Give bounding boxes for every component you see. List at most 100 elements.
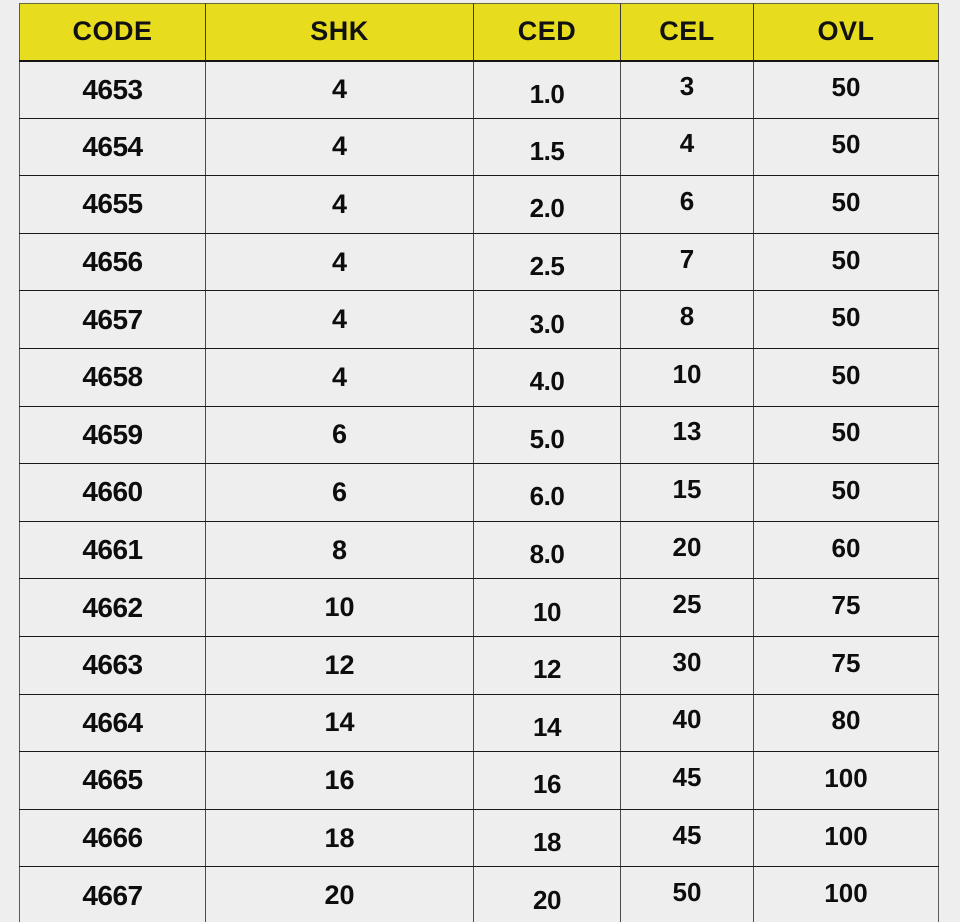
column-header-shk[interactable]: SHK <box>205 3 474 62</box>
cell-shk: 4 <box>205 118 474 177</box>
cell-ovl: 50 <box>753 60 939 119</box>
cell-ovl: 100 <box>753 809 939 868</box>
cell-code: 4665 <box>19 751 206 810</box>
cell-code: 4661 <box>19 521 206 580</box>
cell-ced: 2.5 <box>473 233 621 292</box>
table-row[interactable]: 4654 4 1.5 4 50 <box>19 118 939 177</box>
column-header-code[interactable]: CODE <box>19 3 206 62</box>
table-row[interactable]: 4666 18 18 45 100 <box>19 809 939 868</box>
cell-shk: 4 <box>205 175 474 234</box>
cell-cel: 45 <box>620 751 754 810</box>
table-row[interactable]: 4660 6 6.0 15 50 <box>19 463 939 522</box>
cell-cel: 25 <box>620 578 754 637</box>
cell-ced: 14 <box>473 694 621 753</box>
cell-ced: 4.0 <box>473 348 621 407</box>
table-row[interactable]: 4655 4 2.0 6 50 <box>19 175 939 234</box>
cell-shk: 6 <box>205 406 474 465</box>
table-row[interactable]: 4657 4 3.0 8 50 <box>19 290 939 349</box>
cell-code: 4659 <box>19 406 206 465</box>
cell-cel: 7 <box>620 233 754 292</box>
cell-cel: 13 <box>620 406 754 465</box>
cell-ovl: 100 <box>753 866 939 922</box>
cell-cel: 6 <box>620 175 754 234</box>
table-row[interactable]: 4658 4 4.0 10 50 <box>19 348 939 407</box>
cell-ovl: 80 <box>753 694 939 753</box>
cell-cel: 8 <box>620 290 754 349</box>
cell-ovl: 50 <box>753 175 939 234</box>
cell-code: 4667 <box>19 866 206 922</box>
cell-code: 4657 <box>19 290 206 349</box>
cell-code: 4666 <box>19 809 206 868</box>
cell-ced: 6.0 <box>473 463 621 522</box>
cell-ovl: 50 <box>753 348 939 407</box>
column-header-ced[interactable]: CED <box>473 3 621 62</box>
cell-cel: 45 <box>620 809 754 868</box>
spec-table-container: CODE SHK CED CEL OVL 4653 4 1.0 3 50 4654 4 1.5… <box>19 3 939 922</box>
cell-ced: 18 <box>473 809 621 868</box>
cell-ced: 20 <box>473 866 621 922</box>
column-header-cel[interactable]: CEL <box>620 3 754 62</box>
table-header-row: CODE SHK CED CEL OVL <box>19 3 939 62</box>
cell-ovl: 100 <box>753 751 939 810</box>
cell-ced: 8.0 <box>473 521 621 580</box>
cell-ced: 16 <box>473 751 621 810</box>
cell-cel: 40 <box>620 694 754 753</box>
cell-ced: 1.0 <box>473 60 621 119</box>
cell-ced: 2.0 <box>473 175 621 234</box>
cell-ced: 3.0 <box>473 290 621 349</box>
cell-cel: 3 <box>620 60 754 119</box>
cell-ovl: 75 <box>753 578 939 637</box>
cell-ovl: 50 <box>753 406 939 465</box>
column-header-ovl[interactable]: OVL <box>753 3 939 62</box>
cell-code: 4663 <box>19 636 206 695</box>
cell-code: 4658 <box>19 348 206 407</box>
cell-ced: 12 <box>473 636 621 695</box>
cell-cel: 50 <box>620 866 754 922</box>
cell-shk: 4 <box>205 290 474 349</box>
cell-cel: 30 <box>620 636 754 695</box>
cell-shk: 4 <box>205 233 474 292</box>
table-row[interactable]: 4662 10 10 25 75 <box>19 578 939 637</box>
cell-cel: 20 <box>620 521 754 580</box>
cell-code: 4662 <box>19 578 206 637</box>
cell-code: 4654 <box>19 118 206 177</box>
cell-code: 4664 <box>19 694 206 753</box>
cell-code: 4655 <box>19 175 206 234</box>
cell-ced: 5.0 <box>473 406 621 465</box>
cell-cel: 4 <box>620 118 754 177</box>
cell-shk: 18 <box>205 809 474 868</box>
table-row[interactable]: 4664 14 14 40 80 <box>19 694 939 753</box>
cell-shk: 12 <box>205 636 474 695</box>
cell-shk: 6 <box>205 463 474 522</box>
table-row[interactable]: 4665 16 16 45 100 <box>19 751 939 810</box>
page-root: CODE SHK CED CEL OVL 4653 4 1.0 3 50 4654 4 1.5… <box>0 0 960 922</box>
cell-ovl: 50 <box>753 290 939 349</box>
cell-code: 4660 <box>19 463 206 522</box>
table-row[interactable]: 4653 4 1.0 3 50 <box>19 60 939 119</box>
table-row[interactable]: 4667 20 20 50 100 <box>19 866 939 922</box>
cell-code: 4656 <box>19 233 206 292</box>
cell-shk: 10 <box>205 578 474 637</box>
cell-ovl: 60 <box>753 521 939 580</box>
spec-table: CODE SHK CED CEL OVL 4653 4 1.0 3 50 4654 4 1.5… <box>19 3 939 922</box>
table-row[interactable]: 4659 6 5.0 13 50 <box>19 406 939 465</box>
cell-shk: 4 <box>205 60 474 119</box>
cell-shk: 4 <box>205 348 474 407</box>
cell-shk: 20 <box>205 866 474 922</box>
table-row[interactable]: 4663 12 12 30 75 <box>19 636 939 695</box>
cell-ovl: 50 <box>753 118 939 177</box>
cell-ced: 1.5 <box>473 118 621 177</box>
table-header: CODE SHK CED CEL OVL <box>19 3 939 62</box>
cell-cel: 10 <box>620 348 754 407</box>
cell-shk: 14 <box>205 694 474 753</box>
cell-ovl: 50 <box>753 463 939 522</box>
table-row[interactable]: 4656 4 2.5 7 50 <box>19 233 939 292</box>
table-row[interactable]: 4661 8 8.0 20 60 <box>19 521 939 580</box>
cell-ovl: 75 <box>753 636 939 695</box>
cell-code: 4653 <box>19 60 206 119</box>
cell-ovl: 50 <box>753 233 939 292</box>
cell-shk: 16 <box>205 751 474 810</box>
cell-cel: 15 <box>620 463 754 522</box>
cell-ced: 10 <box>473 578 621 637</box>
cell-shk: 8 <box>205 521 474 580</box>
